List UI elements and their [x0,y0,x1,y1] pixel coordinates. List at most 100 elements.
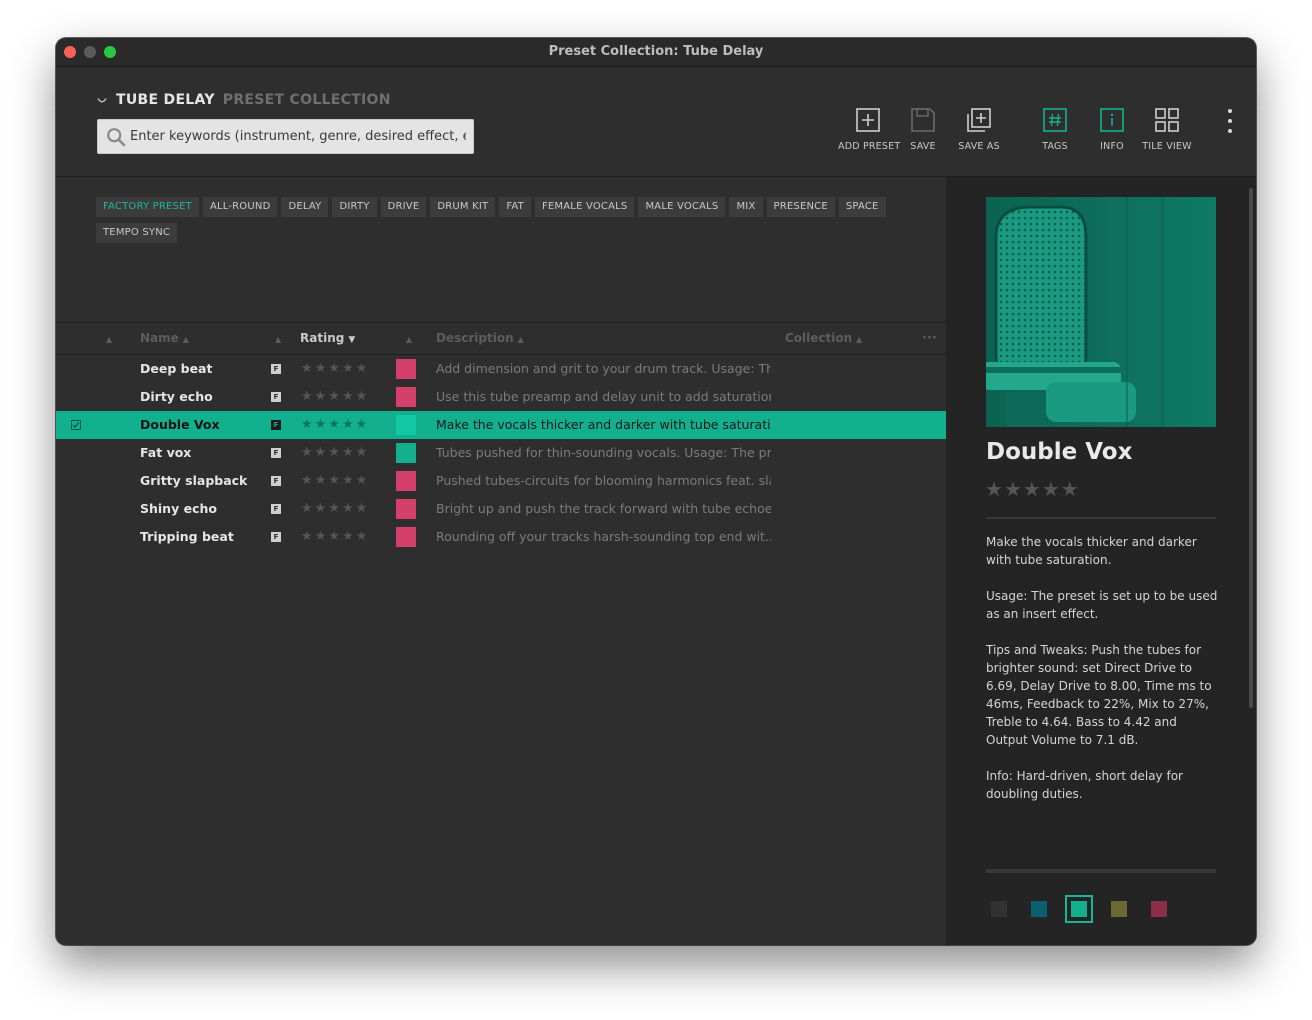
header: TUBE DELAY PRESET COLLECTION ADD PRESET [56,67,1256,177]
search-icon [107,128,126,147]
tag-tempo-sync[interactable]: TEMPO SYNC [96,223,178,243]
rating-stars[interactable]: ★★★★★ [301,495,369,523]
table-row[interactable]: Gritty slapback F ★★★★★ Pushed tubes-circui… [56,467,946,495]
preset-list: Deep beat F ★★★★★ Add dimension and grit to… [56,355,946,551]
table-row[interactable]: Fat vox F ★★★★★ Tubes pushed for thin-sound… [56,439,946,467]
checkbox-checked-icon[interactable] [71,420,81,430]
table-header: ▲ Name ▲ ▲ Rating ▼ ▲ Description ▲ Collect… [56,322,946,355]
color-option-swatch[interactable] [1111,901,1127,917]
smile-logo-icon [97,98,107,103]
preset-color-swatch[interactable] [396,415,416,435]
preset-description: Use this tube preamp and delay unit to a… [436,389,771,404]
table-row[interactable]: Deep beat F ★★★★★ Add dimension and grit to… [56,355,946,383]
table-row[interactable]: Double Vox F ★★★★★ Make the vocals thicker … [56,411,946,439]
table-row[interactable]: Shiny echo F ★★★★★ Bright up and push the t… [56,495,946,523]
factory-flag-icon: F [271,364,281,374]
tile-view-label: TILE VIEW [1142,141,1192,152]
save-as-button[interactable]: SAVE AS [954,107,1004,152]
description-column-header[interactable]: Description ▲ [436,323,524,354]
preset-name: Fat vox [140,445,192,460]
preset-color-swatch[interactable] [396,387,416,407]
flag-column-sort[interactable]: ▲ [271,323,281,354]
star-icon[interactable]: ★ [985,477,1004,501]
tag-drum-kit[interactable]: DRUM KIT [430,197,496,217]
hashtag-icon [1043,108,1067,132]
table-row[interactable]: Tripping beat F ★★★★★ Rounding off your tra… [56,523,946,551]
preset-name: Double Vox [140,417,220,432]
factory-flag-icon: F [271,504,281,514]
preset-name: Tripping beat [140,529,234,544]
search-box[interactable] [97,119,474,154]
preset-color-swatch[interactable] [396,359,416,379]
star-icon[interactable]: ★ [1023,477,1042,501]
rating-stars[interactable]: ★★★★★ [301,467,369,495]
color-option-swatch[interactable] [1151,901,1167,917]
detail-divider [986,517,1216,519]
title-bar: Preset Collection: Tube Delay [56,38,1256,67]
info-button[interactable]: INFO [1097,107,1127,152]
rating-stars[interactable]: ★★★★★ [301,383,369,411]
star-icon[interactable]: ★ [1042,477,1061,501]
save-label: SAVE [910,141,936,152]
preset-color-swatch[interactable] [396,443,416,463]
info-icon [1100,108,1124,132]
brand: TUBE DELAY PRESET COLLECTION [96,92,391,108]
tag-fat[interactable]: FAT [499,197,531,217]
preset-color-swatch[interactable] [396,471,416,491]
preset-description: Bright up and push the track forward wit… [436,501,771,516]
info-label: INFO [1100,141,1124,152]
preset-name: Shiny echo [140,501,217,516]
preset-name: Dirty echo [140,389,213,404]
factory-flag-icon: F [271,420,281,430]
rating-stars[interactable]: ★★★★★ [301,523,369,551]
preset-description: Pushed tubes-circuits for blooming harmo… [436,473,771,488]
tag-drive[interactable]: DRIVE [380,197,427,217]
tile-view-button[interactable]: TILE VIEW [1142,107,1192,152]
name-column-header[interactable]: Name ▲ [140,323,189,354]
add-preset-label: ADD PRESET [838,141,901,152]
star-icon[interactable]: ★ [1061,477,1080,501]
tag-factory-preset[interactable]: FACTORY PRESET [96,197,199,217]
save-button[interactable]: SAVE [908,107,938,152]
detail-preset-title: Double Vox [986,439,1133,465]
rating-stars[interactable]: ★★★★★ [301,411,369,439]
tag-male-vocals[interactable]: MALE VOCALS [638,197,726,217]
search-input[interactable] [130,120,466,153]
select-column-sort[interactable]: ▲ [102,323,112,354]
tag-all-round[interactable]: ALL-ROUND [202,197,278,217]
microphone-illustration [986,197,1216,427]
detail-scrollbar[interactable] [1249,188,1253,708]
preset-color-swatch[interactable] [396,527,416,547]
factory-flag-icon: F [271,392,281,402]
collection-column-header[interactable]: Collection ▲ [785,323,862,354]
tag-mix[interactable]: MIX [729,197,763,217]
color-column-sort[interactable]: ▲ [402,323,412,354]
tag-delay[interactable]: DELAY [281,197,329,217]
rating-column-header[interactable]: Rating ▼ [300,323,355,354]
column-options-icon[interactable]: ··· [922,323,937,354]
color-option-swatch[interactable] [1031,901,1047,917]
factory-flag-icon: F [271,532,281,542]
rating-stars[interactable]: ★★★★★ [301,439,369,467]
tag-presence[interactable]: PRESENCE [766,197,835,217]
tag-filter-list: FACTORY PRESET ALL-ROUND DELAY DIRTY DRIVE DR… [96,197,926,249]
preset-browser: FACTORY PRESET ALL-ROUND DELAY DIRTY DRIVE DR… [56,177,946,945]
color-option-swatch[interactable] [1065,895,1093,923]
preset-name: Gritty slapback [140,473,248,488]
star-icon[interactable]: ★ [1004,477,1023,501]
detail-rating-stars[interactable]: ★★★★★ [985,477,1080,501]
preset-name: Deep beat [140,361,213,376]
tags-button[interactable]: TAGS [1040,107,1070,152]
tag-space[interactable]: SPACE [838,197,886,217]
table-row[interactable]: Dirty echo F ★★★★★ Use this tube preamp and… [56,383,946,411]
rating-stars[interactable]: ★★★★★ [301,355,369,383]
plugin-name: TUBE DELAY [116,92,215,108]
more-menu-icon[interactable] [1225,109,1235,137]
add-preset-button[interactable]: ADD PRESET [838,107,901,152]
plugin-subtitle: PRESET COLLECTION [222,92,391,108]
color-option-swatch[interactable] [991,901,1007,917]
window-title: Preset Collection: Tube Delay [548,44,764,59]
tag-dirty[interactable]: DIRTY [332,197,377,217]
tag-female-vocals[interactable]: FEMALE VOCALS [534,197,635,217]
preset-color-swatch[interactable] [396,499,416,519]
